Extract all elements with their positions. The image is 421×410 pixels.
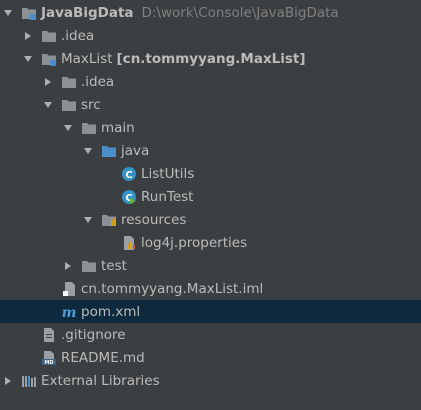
tree-node-pom[interactable]: m pom.xml bbox=[0, 300, 421, 323]
project-folder-icon bbox=[21, 5, 37, 21]
tree-node-runtest[interactable]: C RunTest bbox=[0, 185, 421, 208]
folder-icon bbox=[61, 74, 77, 90]
tree-node-gitignore[interactable]: .gitignore bbox=[0, 323, 421, 346]
tree-node-idea[interactable]: .idea bbox=[0, 24, 421, 47]
module-folder-icon bbox=[41, 51, 57, 67]
file-label: ListUtils bbox=[141, 165, 195, 182]
tree-node-src[interactable]: src bbox=[0, 93, 421, 116]
chevron-down-icon[interactable] bbox=[82, 145, 94, 157]
maven-icon: m bbox=[61, 304, 77, 320]
tree-node-java[interactable]: java bbox=[0, 139, 421, 162]
chevron-right-icon[interactable] bbox=[42, 76, 54, 88]
tree-node-iml[interactable]: cn.tommyyang.MaxList.iml bbox=[0, 277, 421, 300]
iml-file-icon bbox=[61, 281, 77, 297]
file-label: .gitignore bbox=[61, 326, 126, 343]
chevron-down-icon[interactable] bbox=[62, 122, 74, 134]
tree-node-readme[interactable]: MD README.md bbox=[0, 346, 421, 369]
file-label: README.md bbox=[61, 349, 145, 366]
project-tree: JavaBigData D:\work\Console\JavaBigData … bbox=[0, 0, 421, 410]
folder-label: java bbox=[121, 142, 150, 159]
chevron-right-icon[interactable] bbox=[22, 30, 34, 42]
tree-node-project-root[interactable]: JavaBigData D:\work\Console\JavaBigData bbox=[0, 1, 421, 24]
tree-node-external-libraries[interactable]: External Libraries bbox=[0, 369, 421, 392]
project-path: D:\work\Console\JavaBigData bbox=[141, 4, 339, 21]
tree-node-listutils[interactable]: C ListUtils bbox=[0, 162, 421, 185]
tree-node-module-idea[interactable]: .idea bbox=[0, 70, 421, 93]
folder-label: src bbox=[81, 96, 101, 113]
svg-text:m: m bbox=[62, 305, 77, 320]
file-label: RunTest bbox=[141, 188, 194, 205]
text-file-icon bbox=[41, 327, 57, 343]
libraries-icon bbox=[21, 373, 37, 389]
runnable-class-icon: C bbox=[121, 189, 137, 205]
folder-label: resources bbox=[121, 211, 187, 228]
external-libraries-label: External Libraries bbox=[41, 372, 160, 389]
folder-icon bbox=[81, 258, 97, 274]
tree-node-main[interactable]: main bbox=[0, 116, 421, 139]
folder-icon bbox=[81, 120, 97, 136]
tree-node-resources[interactable]: resources bbox=[0, 208, 421, 231]
tree-node-log4j[interactable]: log4j.properties bbox=[0, 231, 421, 254]
chevron-right-icon[interactable] bbox=[2, 375, 14, 387]
folder-icon bbox=[41, 28, 57, 44]
folder-label: .idea bbox=[81, 73, 115, 90]
properties-file-icon bbox=[121, 235, 137, 251]
file-label: pom.xml bbox=[81, 303, 141, 320]
folder-label: main bbox=[101, 119, 135, 136]
source-folder-icon bbox=[101, 143, 117, 159]
folder-label: test bbox=[101, 257, 127, 274]
chevron-down-icon[interactable] bbox=[82, 214, 94, 226]
chevron-right-icon[interactable] bbox=[62, 260, 74, 272]
svg-text:MD: MD bbox=[44, 360, 53, 366]
file-label: cn.tommyyang.MaxList.iml bbox=[81, 280, 264, 297]
module-name: MaxList bbox=[61, 50, 113, 67]
svg-text:C: C bbox=[125, 170, 132, 181]
tree-node-module-maxlist[interactable]: MaxList [cn.tommyyang.MaxList] bbox=[0, 47, 421, 70]
resources-folder-icon bbox=[101, 212, 117, 228]
chevron-down-icon[interactable] bbox=[22, 53, 34, 65]
project-name: JavaBigData bbox=[41, 4, 134, 21]
java-class-icon: C bbox=[121, 166, 137, 182]
chevron-down-icon[interactable] bbox=[2, 7, 14, 19]
chevron-down-icon[interactable] bbox=[42, 99, 54, 111]
folder-label: .idea bbox=[61, 27, 95, 44]
tree-node-test[interactable]: test bbox=[0, 254, 421, 277]
folder-icon bbox=[61, 97, 77, 113]
markdown-file-icon: MD bbox=[41, 350, 57, 366]
file-label: log4j.properties bbox=[141, 234, 248, 251]
module-tag: [cn.tommyyang.MaxList] bbox=[116, 50, 306, 67]
